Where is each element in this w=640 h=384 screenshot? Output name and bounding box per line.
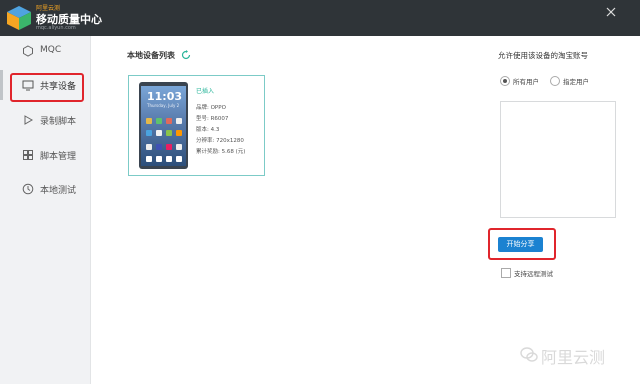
title-bar: 阿里云测 移动质量中心 mqc.aliyun.com: [0, 0, 640, 36]
app-icon: [146, 130, 152, 136]
device-model: 型号: R6007: [196, 116, 229, 122]
app-icon: [176, 130, 182, 136]
highlight-box-sidebar: [10, 73, 84, 102]
clock-icon: [22, 183, 34, 195]
radio-all-users-label: 所有用户: [513, 78, 539, 86]
sidebar-item-script-manage[interactable]: 脚本管理: [0, 140, 90, 170]
phone-screen: 11:03 Thursday, July 2: [141, 86, 186, 166]
app-subtitle: mqc.aliyun.com: [36, 25, 76, 31]
app-icon: [146, 156, 152, 162]
device-status: 已插入: [196, 88, 215, 95]
active-indicator: [0, 70, 3, 100]
sidebar-item-local-test[interactable]: 本地测试: [0, 174, 90, 204]
sidebar-item-record-script[interactable]: 录制脚本: [0, 105, 90, 135]
app-logo-icon: [7, 6, 31, 30]
app-icon: [166, 144, 172, 150]
radio-specific-users[interactable]: [550, 76, 560, 86]
sidebar-item-label: 本地测试: [40, 186, 77, 196]
user-list-box[interactable]: [500, 101, 616, 218]
highlight-box-share: [488, 228, 556, 260]
sidebar-item-label: MQC: [40, 45, 62, 55]
device-list-title: 本地设备列表: [127, 51, 175, 60]
phone-time: 11:03: [147, 90, 183, 103]
device-resolution: 分辨率: 720x1280: [196, 138, 244, 144]
remote-test-label: 支持远程测试: [514, 270, 553, 278]
refresh-icon[interactable]: [181, 50, 191, 60]
sidebar-item-mqc[interactable]: MQC: [0, 36, 90, 66]
phone-date: Thursday, July 2: [147, 103, 180, 108]
app-icon: [176, 156, 182, 162]
app-icon: [166, 118, 172, 124]
app-icon: [156, 144, 162, 150]
device-card[interactable]: 11:03 Thursday, July 2 已插入 品牌: OPPO 型号: …: [128, 75, 265, 176]
sidebar-item-label: 录制脚本: [40, 117, 77, 127]
device-brand: 品牌: OPPO: [196, 105, 226, 111]
hexagon-icon: [23, 45, 33, 57]
close-icon: [606, 7, 616, 17]
play-icon: [24, 115, 34, 125]
app-icon: [156, 130, 162, 136]
radio-all-users[interactable]: [500, 76, 510, 86]
app-icon: [166, 130, 172, 136]
app-icon: [176, 118, 182, 124]
account-panel-title: 允许使用该设备的淘宝账号: [498, 51, 588, 60]
watermark-text: 阿里云测: [541, 348, 606, 367]
grid-icon: [23, 150, 33, 160]
device-version: 版本: 4.3: [196, 127, 220, 133]
app-icon: [156, 118, 162, 124]
app-icon: [146, 144, 152, 150]
app-icon: [156, 156, 162, 162]
phone-thumbnail: 11:03 Thursday, July 2: [139, 82, 188, 169]
radio-specific-users-label: 指定用户: [563, 78, 589, 86]
wechat-icon: [520, 347, 538, 362]
app-icon: [176, 144, 182, 150]
app-icon: [146, 118, 152, 124]
device-earnings: 累计奖励: 5.68 (元): [196, 149, 246, 155]
close-button[interactable]: [604, 6, 618, 20]
sidebar-item-label: 脚本管理: [40, 152, 77, 162]
remote-test-checkbox[interactable]: [501, 268, 511, 278]
app-icon: [166, 156, 172, 162]
